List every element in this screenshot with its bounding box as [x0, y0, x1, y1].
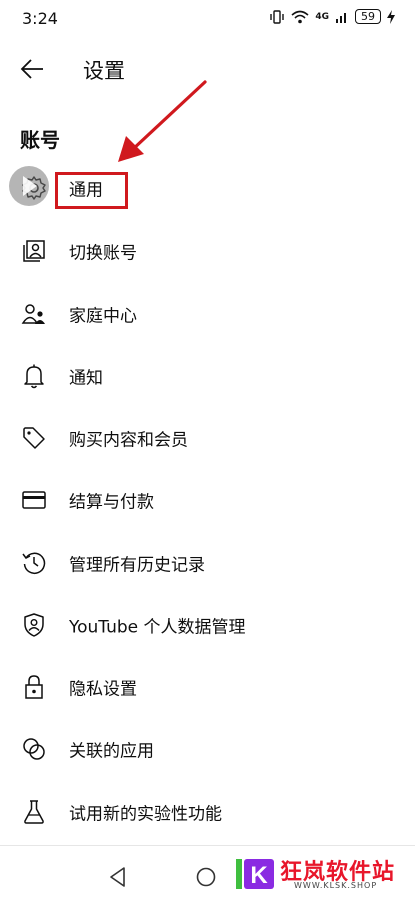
family-icon — [20, 300, 48, 328]
signal-icon — [336, 12, 346, 23]
arrow-left-icon — [20, 59, 43, 79]
menu-item-privacy[interactable]: 隐私设置 — [0, 660, 415, 714]
triangle-back-icon — [110, 867, 125, 887]
menu-item-youtube-data[interactable]: YouTube 个人数据管理 — [0, 598, 415, 652]
battery-indicator: 59 — [355, 9, 381, 24]
status-bar: 3:24 4G 59 — [0, 0, 415, 40]
menu-label-privacy: 隐私设置 — [69, 679, 137, 700]
menu-label-family-center: 家庭中心 — [69, 306, 137, 327]
menu-label-youtube-data: YouTube 个人数据管理 — [69, 617, 246, 638]
menu-item-notifications[interactable]: 通知 — [0, 349, 415, 403]
network-type: 4G — [315, 11, 329, 22]
watermark-url: WWW.KLSK.SHOP — [294, 881, 378, 890]
menu-item-purchases-memberships[interactable]: 购买内容和会员 — [0, 411, 415, 465]
nav-back-button[interactable] — [108, 866, 128, 892]
nav-home-button[interactable] — [195, 866, 217, 892]
menu-label-notifications: 通知 — [69, 368, 103, 389]
menu-item-billing-payments[interactable]: 结算与付款 — [0, 473, 415, 527]
linked-apps-icon — [20, 735, 48, 763]
menu-item-family-center[interactable]: 家庭中心 — [0, 287, 415, 341]
menu-label-manage-history: 管理所有历史记录 — [69, 555, 205, 576]
credit-card-icon — [20, 486, 48, 514]
menu-label-try-experimental: 试用新的实验性功能 — [69, 804, 222, 825]
vibrate-icon — [270, 9, 285, 24]
menu-label-billing-payments: 结算与付款 — [69, 492, 154, 513]
history-icon — [20, 549, 48, 577]
menu-item-manage-history[interactable]: 管理所有历史记录 — [0, 536, 415, 590]
menu-label-connected-apps: 关联的应用 — [69, 741, 154, 762]
menu-item-switch-account[interactable]: 切换账号 — [0, 224, 415, 278]
menu-item-connected-apps[interactable]: 关联的应用 — [0, 722, 415, 776]
status-time: 3:24 — [22, 9, 58, 28]
watermark-logo-icon: K — [236, 859, 274, 889]
shield-person-icon — [20, 611, 48, 639]
menu-item-try-experimental[interactable]: 试用新的实验性功能 — [0, 785, 415, 839]
section-title-account: 账号 — [20, 128, 60, 152]
account-switch-icon — [20, 237, 48, 265]
highlight-box — [55, 172, 128, 209]
touch-indicator — [9, 166, 49, 206]
watermark: K 狂岚软件站 WWW.KLSK.SHOP — [234, 852, 406, 894]
wifi-icon — [291, 10, 309, 23]
svg-text:K: K — [250, 862, 268, 889]
back-button[interactable] — [14, 52, 50, 86]
menu-label-purchases-memberships: 购买内容和会员 — [69, 430, 188, 451]
charging-icon — [387, 9, 395, 24]
bell-icon — [20, 362, 48, 390]
tag-icon — [20, 424, 48, 452]
circle-home-icon — [196, 867, 216, 887]
annotation-arrow-icon — [118, 80, 207, 162]
menu-label-switch-account: 切换账号 — [69, 243, 137, 264]
lock-icon — [20, 673, 48, 701]
status-icons: 4G 59 — [269, 9, 395, 24]
flask-icon — [20, 798, 48, 826]
